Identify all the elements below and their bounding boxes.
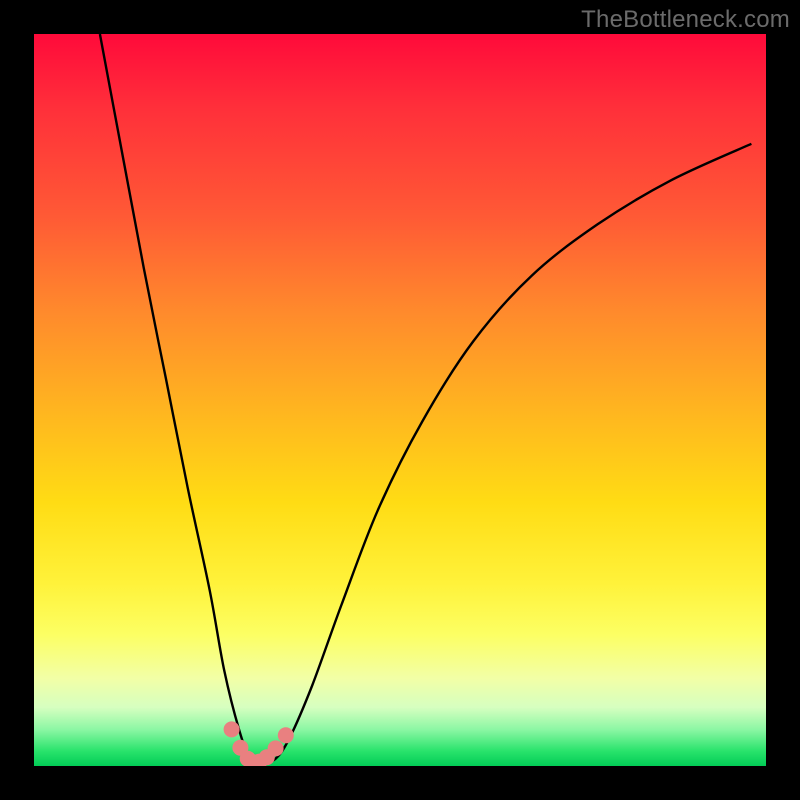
plot-area: [34, 34, 766, 766]
chart-frame: TheBottleneck.com: [0, 0, 800, 800]
bottleneck-curve: [100, 34, 752, 763]
curve-path: [100, 34, 752, 763]
curve-svg: [34, 34, 766, 766]
highlight-dot: [278, 727, 294, 743]
highlight-dot: [268, 740, 284, 756]
watermark-text: TheBottleneck.com: [581, 6, 790, 34]
highlight-dot: [224, 721, 240, 737]
highlight-dots: [224, 721, 294, 766]
